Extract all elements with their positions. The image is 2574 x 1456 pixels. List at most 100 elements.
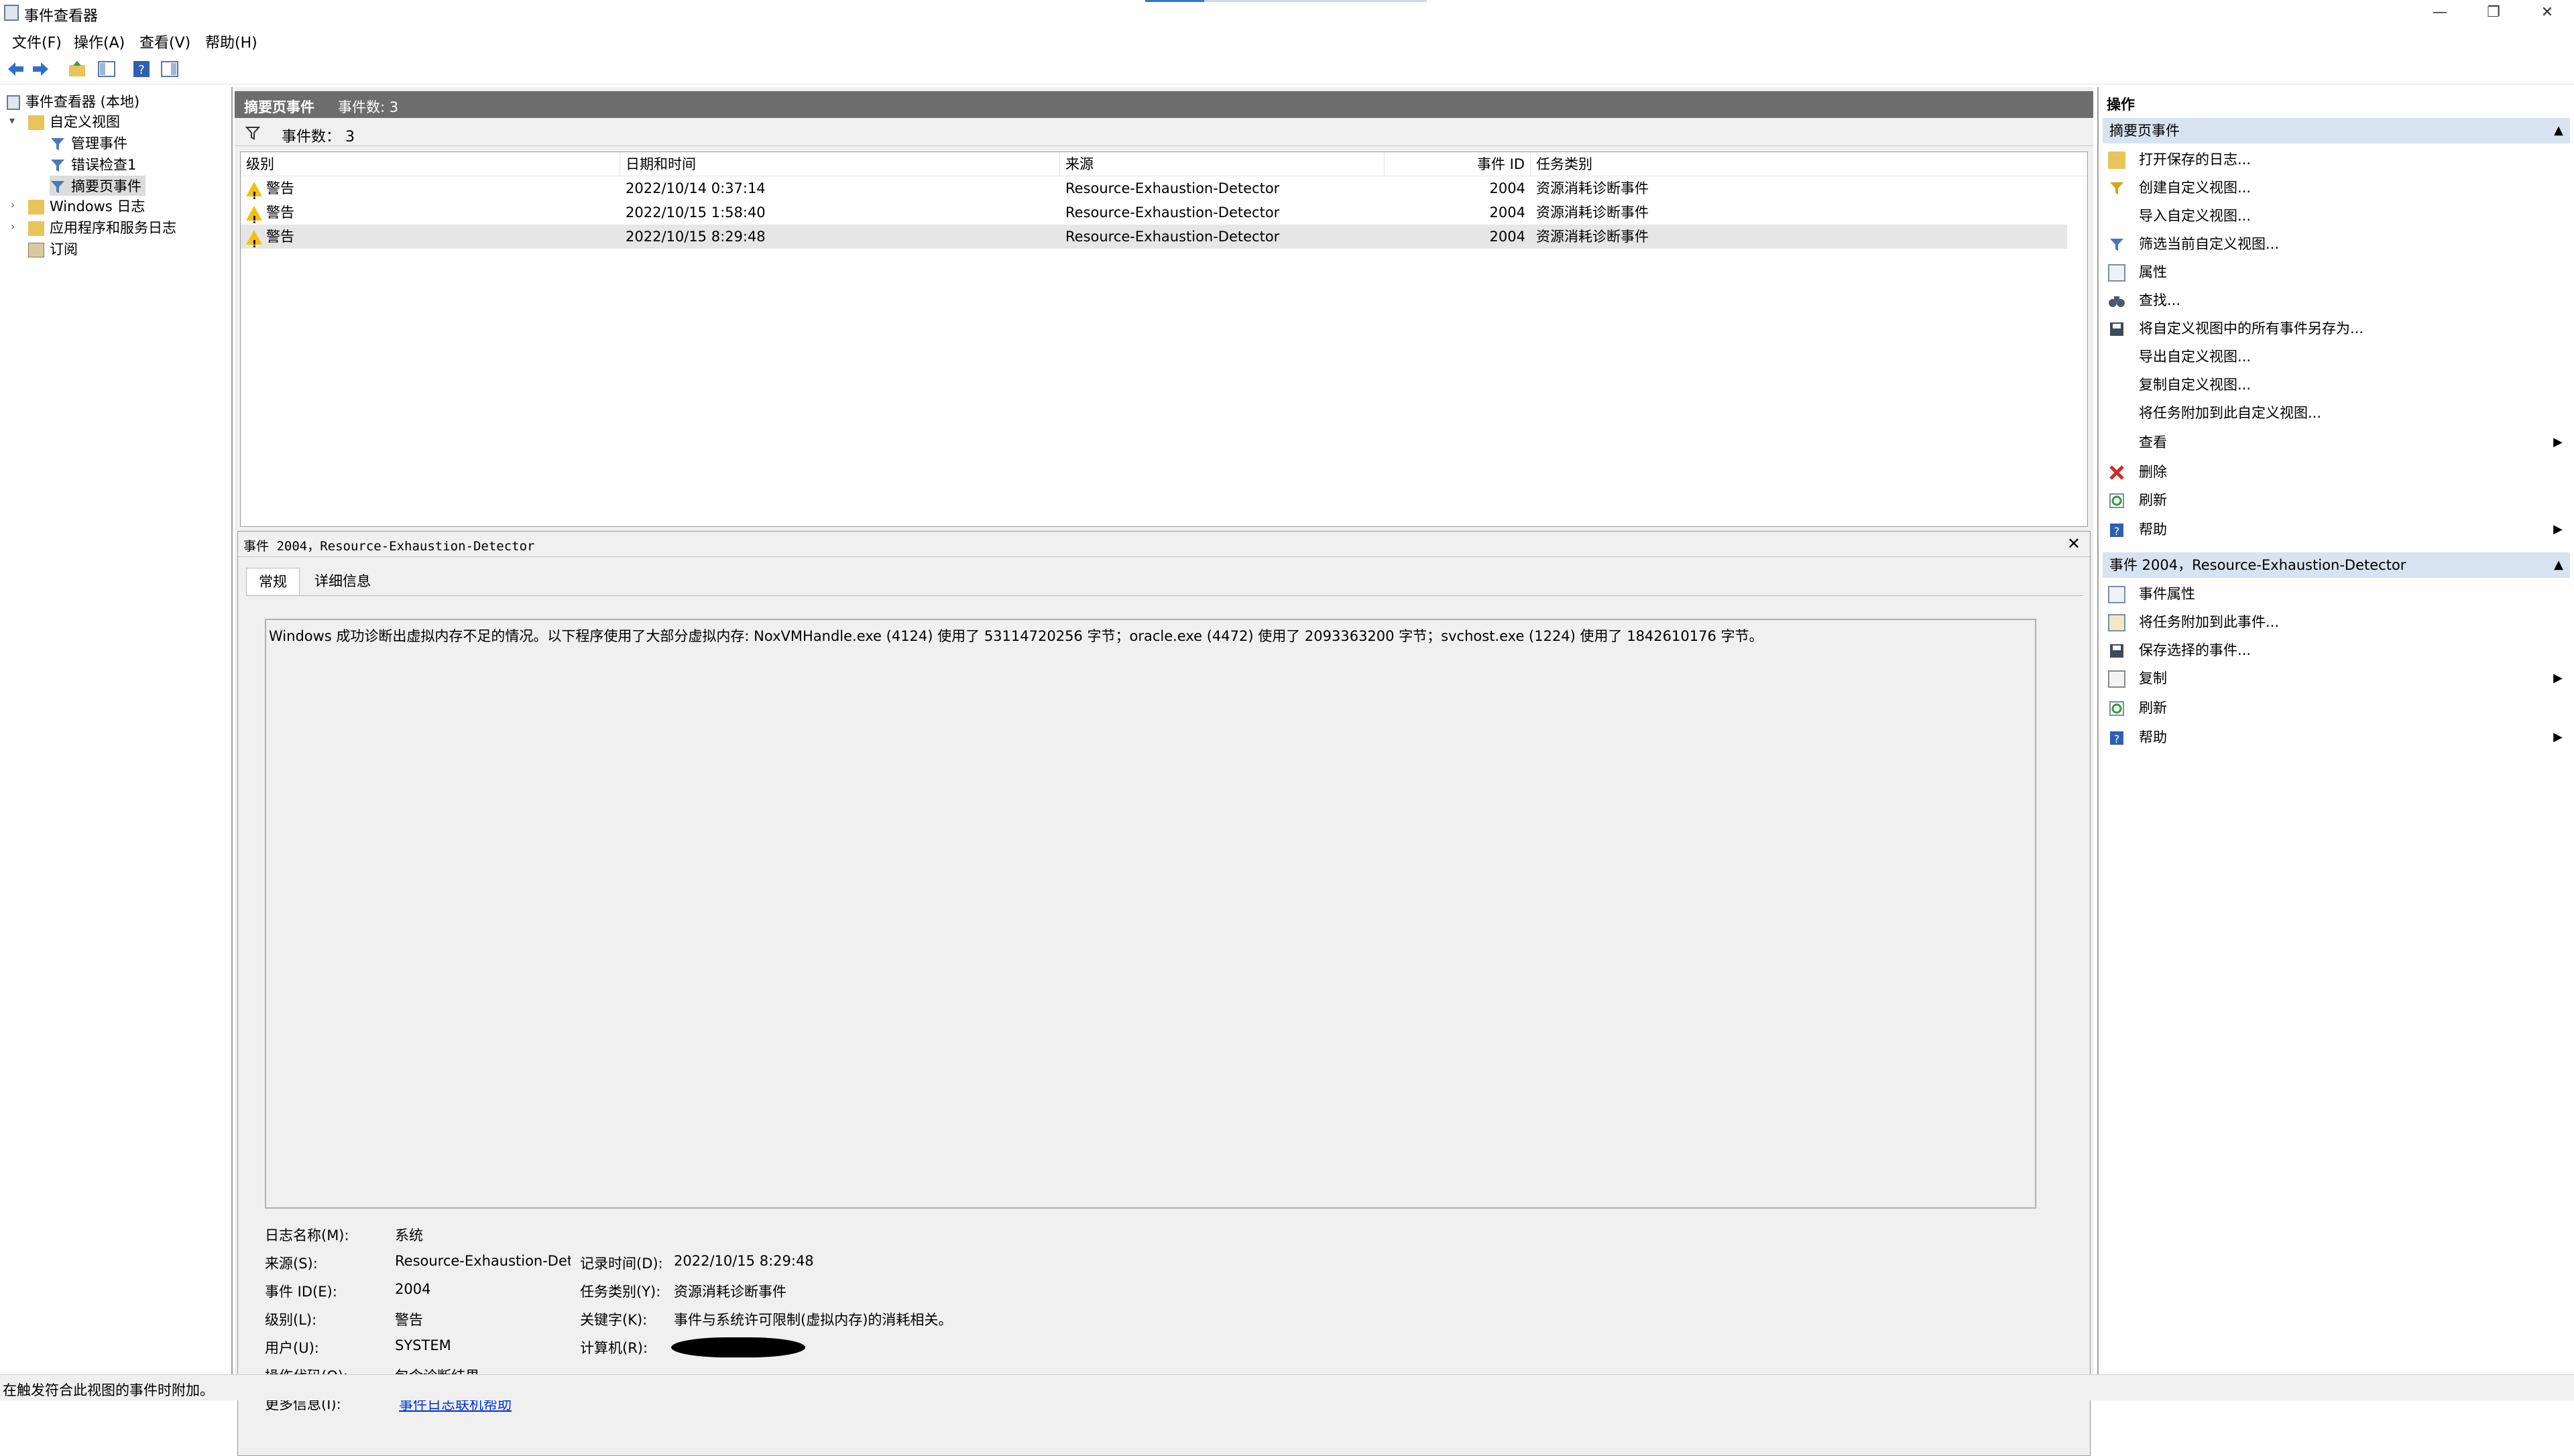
menu-action[interactable]: 操作(A)	[74, 31, 125, 52]
source-label: 来源(S):	[265, 1256, 318, 1272]
logged-value[interactable]: 2022/10/15 8:29:48	[674, 1253, 814, 1269]
restore-button[interactable]: ❐	[2467, 0, 2520, 25]
collapse-caret-icon[interactable]: ▲	[2554, 552, 2563, 578]
tree-item-custom-views[interactable]: 自定义视图	[28, 111, 120, 131]
tab-details[interactable]: 详细信息	[302, 568, 383, 595]
svg-text:?: ?	[2114, 733, 2120, 745]
collapse-caret-icon[interactable]: ▲	[2554, 118, 2563, 143]
collapse-arrow-icon[interactable]: ▾	[9, 114, 15, 127]
action-properties[interactable]: 属性	[2108, 259, 2571, 286]
tree-item-error-check[interactable]: 错误检查1	[50, 154, 136, 174]
column-event-id[interactable]: 事件 ID	[1385, 152, 1531, 176]
row-category: 资源消耗诊断事件	[1536, 204, 1649, 221]
tree-item-summary-events[interactable]: 摘要页事件	[50, 176, 145, 196]
tree-root-label: 事件查看器 (本地)	[25, 94, 140, 110]
refresh-icon	[2109, 701, 2124, 716]
action-label: 事件属性	[2139, 586, 2195, 602]
action-create-custom-view[interactable]: 创建自定义视图...	[2108, 174, 2571, 201]
show-hide-tree-icon[interactable]	[97, 59, 117, 79]
source-value[interactable]: Resource-Exhaustion-Detec	[395, 1253, 571, 1269]
help-icon[interactable]: ?	[131, 59, 152, 79]
close-detail-button[interactable]: ✕	[2067, 534, 2081, 553]
tree-item-subscriptions[interactable]: 订阅	[28, 239, 78, 259]
window-title: 事件查看器	[24, 8, 99, 25]
view-header: 摘要页事件 事件数: 3	[235, 91, 2093, 118]
action-label: 属性	[2139, 264, 2167, 280]
blank-icon	[2108, 349, 2125, 366]
tree-item-app-logs[interactable]: 应用程序和服务日志	[28, 217, 176, 237]
tree-root[interactable]: 事件查看器 (本地)	[7, 91, 139, 111]
menu-file[interactable]: 文件(F)	[12, 31, 62, 52]
center-pane: 摘要页事件 事件数: 3 事件数： 3 级别 日期和时间 来源 事件 ID 任务…	[235, 87, 2093, 1456]
column-task-category[interactable]: 任务类别	[1531, 152, 2089, 176]
action-copy[interactable]: 复制 ▶	[2108, 665, 2571, 692]
title-focus-indicator	[1145, 0, 1427, 2]
save-disk-icon	[2110, 644, 2123, 658]
table-row[interactable]: 警告 2022/10/14 0:37:14 Resource-Exhaustio…	[241, 176, 2087, 208]
action-filter-current-view[interactable]: 筛选当前自定义视图...	[2108, 231, 2571, 257]
expand-arrow-icon[interactable]: ›	[11, 198, 15, 211]
action-copy-custom-view[interactable]: 复制自定义视图...	[2108, 371, 2571, 398]
column-datetime[interactable]: 日期和时间	[620, 152, 1060, 176]
view-event-count: 事件数: 3	[338, 99, 399, 115]
filter-icon	[2110, 239, 2123, 251]
expand-arrow-icon[interactable]: ›	[11, 220, 15, 233]
properties-icon	[2108, 264, 2125, 282]
row-datetime: 2022/10/14 0:37:14	[626, 180, 766, 196]
action-delete[interactable]: 删除	[2108, 459, 2571, 485]
action-help[interactable]: ? 帮助 ▶	[2108, 516, 2571, 543]
action-attach-task-event[interactable]: 将任务附加到此事件...	[2108, 609, 2571, 635]
filter-icon	[51, 160, 64, 172]
action-help-event[interactable]: ? 帮助 ▶	[2108, 724, 2571, 751]
event-message-box[interactable]: Windows 成功诊断出虚拟内存不足的情况。以下程序使用了大部分虚拟内存: N…	[265, 619, 2036, 1209]
keywords-value[interactable]: 事件与系统许可限制(虚拟内存)的消耗相关。	[674, 1309, 952, 1329]
row-datetime: 2022/10/15 1:58:40	[626, 204, 766, 221]
folder-up-icon[interactable]	[67, 59, 87, 79]
row-level-text: 警告	[266, 180, 294, 196]
action-view[interactable]: 查看 ▶	[2108, 429, 2571, 456]
action-label: 导入自定义视图...	[2139, 208, 2251, 224]
actions-section-summary[interactable]: 摘要页事件 ▲	[2103, 118, 2570, 143]
event-id-value[interactable]: 2004	[395, 1281, 430, 1297]
row-level: 警告	[246, 225, 294, 256]
task-category-value[interactable]: 资源消耗诊断事件	[674, 1281, 786, 1301]
level-value[interactable]: 警告	[395, 1309, 423, 1329]
submenu-arrow-icon: ▶	[2553, 522, 2563, 536]
action-find[interactable]: 查找...	[2108, 287, 2571, 314]
tree-item-admin-events[interactable]: 管理事件	[50, 133, 127, 153]
close-window-button[interactable]: ✕	[2520, 0, 2574, 25]
action-refresh[interactable]: 刷新	[2108, 487, 2571, 513]
properties-icon	[2108, 586, 2125, 603]
action-label: 创建自定义视图...	[2139, 180, 2251, 196]
open-folder-icon	[2108, 151, 2125, 169]
event-id-label: 事件 ID(E):	[265, 1284, 337, 1300]
action-refresh-event[interactable]: 刷新	[2108, 694, 2571, 721]
refresh-icon	[2109, 493, 2124, 508]
action-export-custom-view[interactable]: 导出自定义视图...	[2108, 343, 2571, 370]
action-label: 将任务附加到此事件...	[2139, 614, 2280, 630]
back-arrow-icon[interactable]	[5, 59, 25, 79]
forward-arrow-icon[interactable]	[31, 59, 51, 79]
action-attach-task-view[interactable]: 将任务附加到此自定义视图...	[2108, 400, 2571, 426]
action-label: 查看	[2139, 434, 2167, 450]
action-save-all-events[interactable]: 将自定义视图中的所有事件另存为...	[2108, 315, 2571, 342]
action-save-selected-events[interactable]: 保存选择的事件...	[2108, 637, 2571, 664]
row-event-id: 2004	[1489, 229, 1525, 245]
table-row[interactable]: 警告 2022/10/15 8:29:48 Resource-Exhaustio…	[241, 225, 2067, 256]
tab-general[interactable]: 常规	[246, 568, 300, 595]
action-import-custom-view[interactable]: 导入自定义视图...	[2108, 202, 2571, 229]
minimize-button[interactable]: —	[2413, 0, 2467, 25]
column-level[interactable]: 级别	[241, 152, 620, 176]
table-row[interactable]: 警告 2022/10/15 1:58:40 Resource-Exhaustio…	[241, 200, 2087, 232]
user-value[interactable]: SYSTEM	[395, 1337, 451, 1353]
show-hide-action-pane-icon[interactable]	[160, 59, 180, 79]
tree-item-windows-logs[interactable]: Windows 日志	[28, 196, 145, 216]
log-name-value[interactable]: 系统	[395, 1225, 423, 1245]
menu-view[interactable]: 查看(V)	[139, 31, 190, 52]
actions-section-event[interactable]: 事件 2004，Resource-Exhaustion-Detector ▲	[2103, 552, 2570, 578]
action-event-properties[interactable]: 事件属性	[2108, 581, 2571, 607]
action-open-saved-log[interactable]: 打开保存的日志...	[2108, 146, 2571, 173]
row-category: 资源消耗诊断事件	[1536, 180, 1649, 196]
column-source[interactable]: 来源	[1060, 152, 1385, 176]
menu-help[interactable]: 帮助(H)	[205, 31, 257, 52]
